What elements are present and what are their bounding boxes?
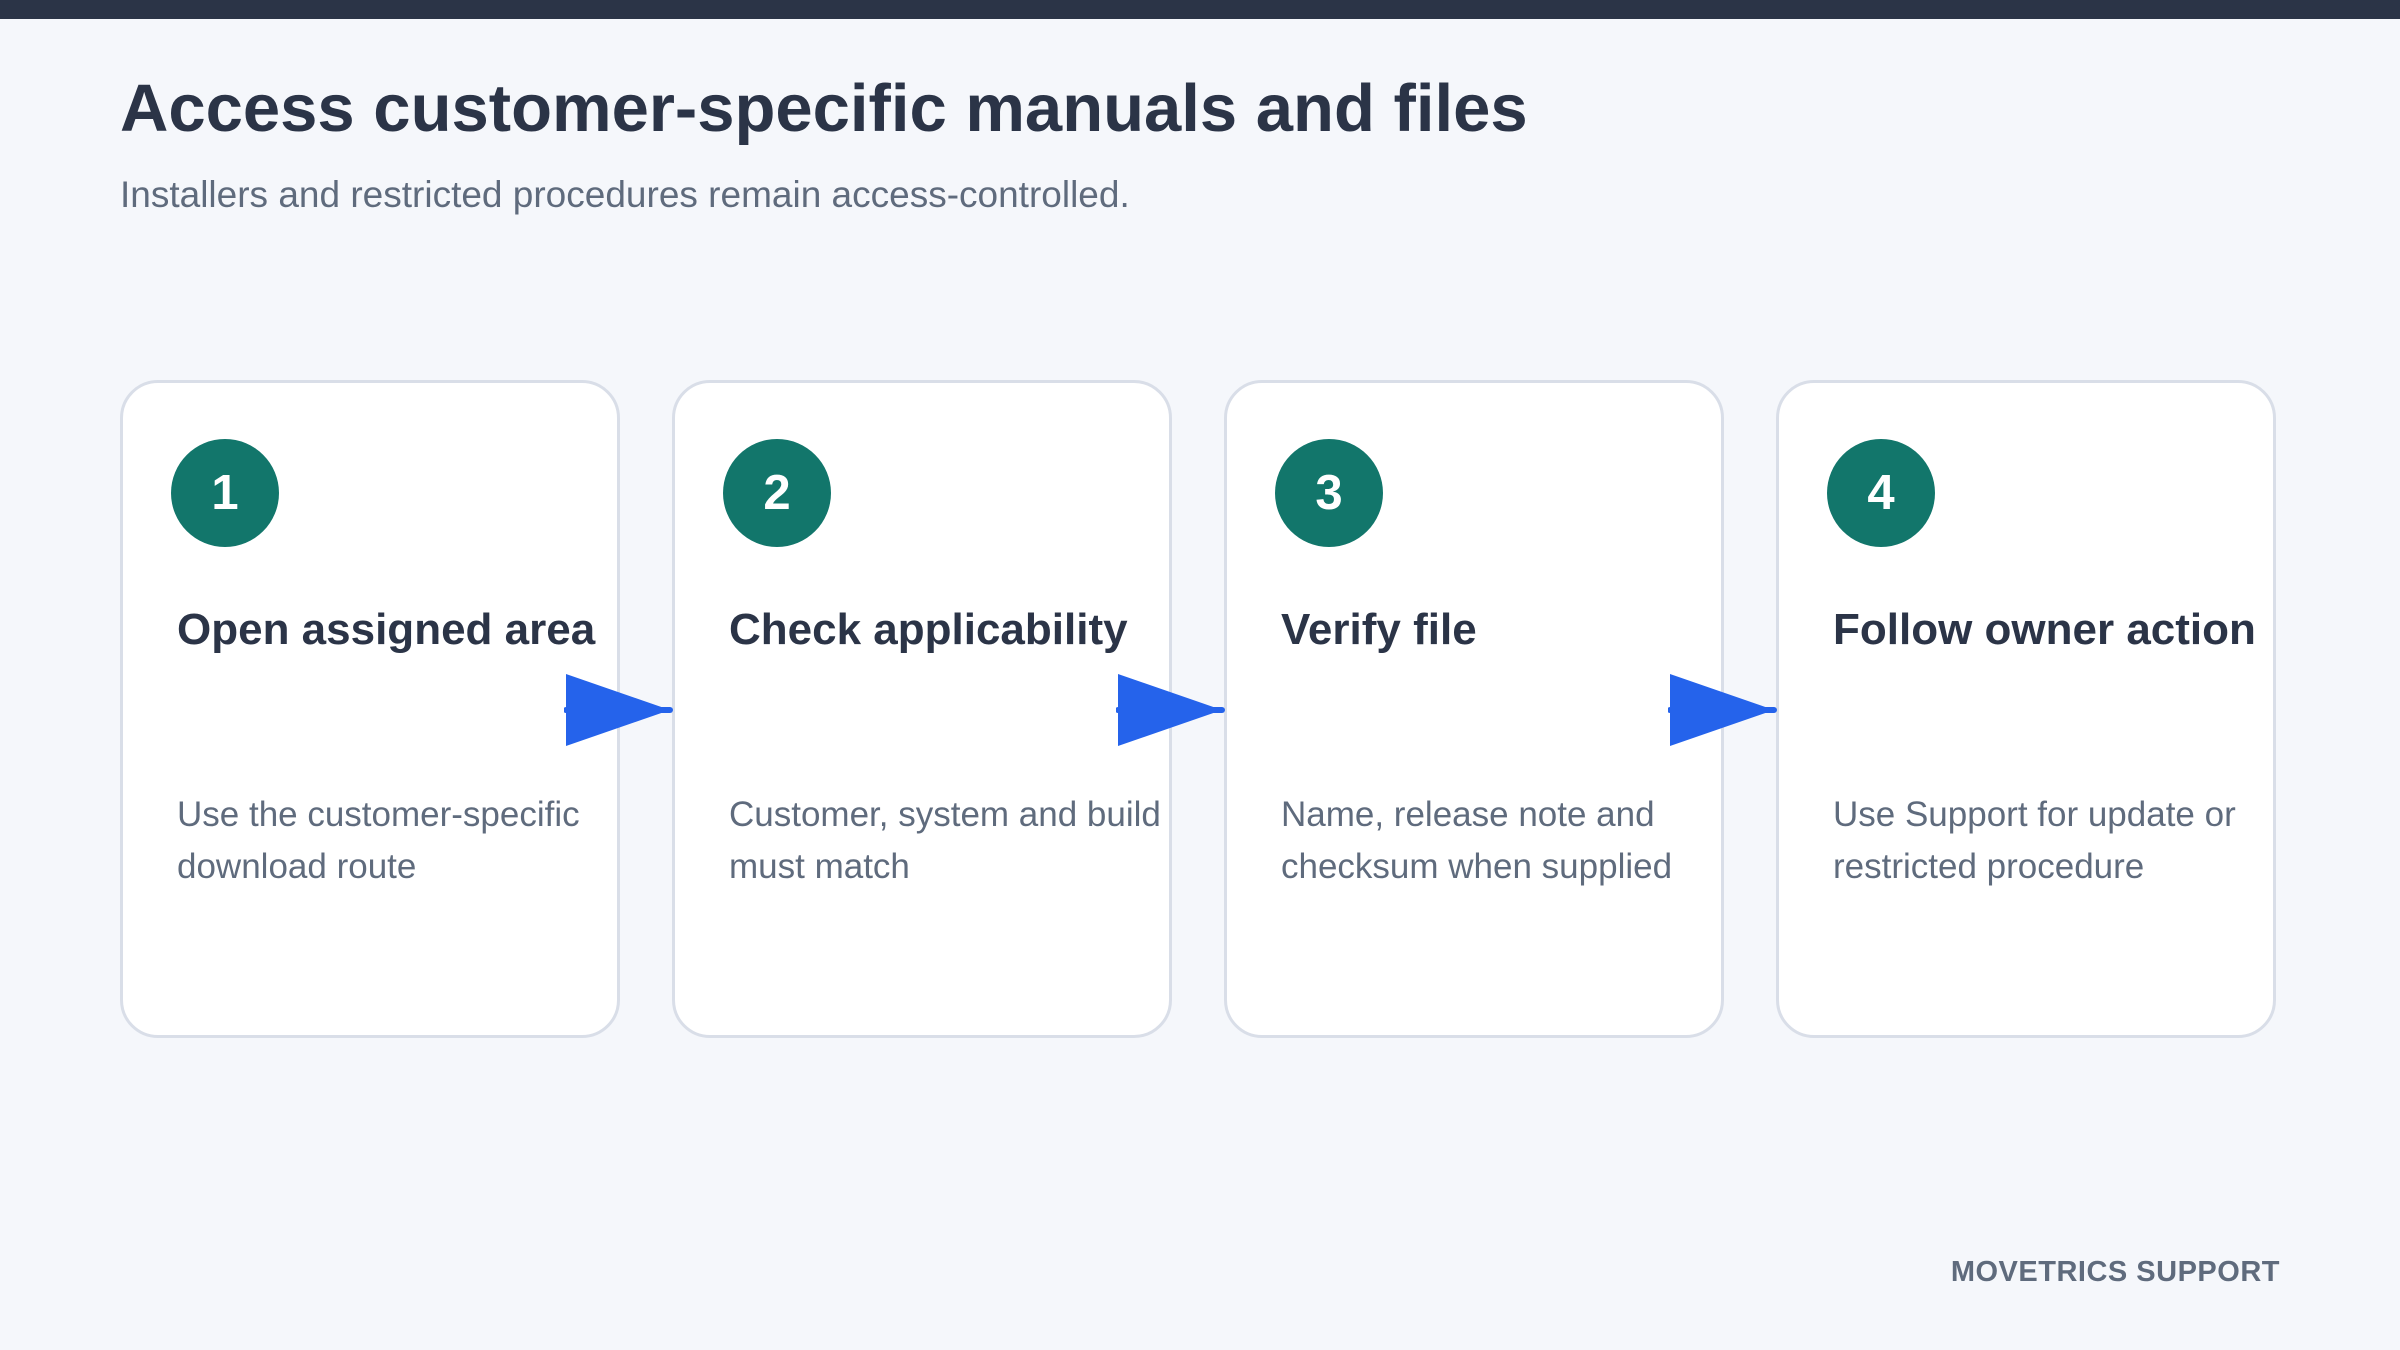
footer-brand: MOVETRICS SUPPORT — [1950, 1256, 2280, 1288]
step-card-3: 3 Verify file Name, release note and che… — [1224, 380, 1724, 1038]
step-title: Verify file — [1281, 605, 1477, 654]
step-card-1: 1 Open assigned area Use the customer-sp… — [120, 380, 620, 1038]
step-number-badge: 3 — [1275, 439, 1383, 547]
step-number-badge: 2 — [723, 439, 831, 547]
step-card-2: 2 Check applicability Customer, system a… — [672, 380, 1172, 1038]
step-title: Open assigned area — [177, 605, 596, 654]
page-subtitle: Installers and restricted procedures rem… — [120, 174, 1130, 215]
step-description: Use Support for update or restricted pro… — [1833, 795, 2236, 886]
step-description: Customer, system and build must match — [729, 795, 1161, 886]
step-description: Name, release note and checksum when sup… — [1281, 795, 1673, 886]
step-title: Check applicability — [729, 605, 1128, 654]
step-title: Follow owner action — [1833, 605, 2256, 654]
step-card-4: 4 Follow owner action Use Support for up… — [1776, 380, 2276, 1038]
top-bar — [0, 0, 2400, 19]
arrow-right-icon — [1668, 674, 1777, 746]
page-title: Access customer-specific manuals and fil… — [120, 71, 1528, 146]
arrow-right-icon — [1116, 674, 1225, 746]
arrow-right-icon — [564, 674, 673, 746]
step-number-badge: 1 — [171, 439, 279, 547]
step-description: Use the customer-specific download route — [177, 795, 580, 886]
step-number-badge: 4 — [1827, 439, 1935, 547]
